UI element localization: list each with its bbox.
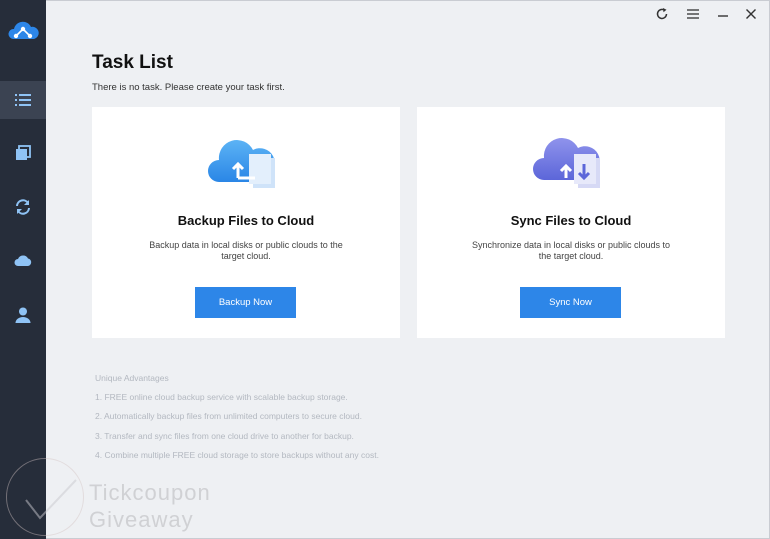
card-description: Synchronize data in local disks or publi… (471, 240, 671, 261)
minimize-icon (718, 15, 728, 17)
user-icon (15, 307, 31, 323)
menu-button[interactable] (680, 4, 706, 24)
sync-now-button[interactable]: Sync Now (520, 287, 621, 318)
page-subtitle: There is no task. Please create your tas… (92, 82, 285, 93)
advantage-item: 1. FREE online cloud backup service with… (95, 392, 348, 402)
copy-icon (16, 145, 31, 160)
advantage-item: 4. Combine multiple FREE cloud storage t… (95, 450, 379, 460)
backup-card[interactable]: Backup Files to Cloud Backup data in loc… (92, 107, 400, 338)
close-icon (746, 9, 756, 19)
advantages-title: Unique Advantages (95, 373, 169, 383)
sidebar (0, 0, 46, 539)
card-title: Sync Files to Cloud (510, 213, 632, 228)
cloud-network-logo[interactable] (7, 19, 39, 43)
refresh-button[interactable] (649, 4, 675, 24)
sidebar-item-sync[interactable] (0, 188, 46, 226)
card-title: Backup Files to Cloud (177, 213, 315, 228)
sidebar-item-backup[interactable] (0, 134, 46, 172)
advantage-item: 3. Transfer and sync files from one clou… (95, 431, 354, 441)
card-description: Backup data in local disks or public clo… (149, 240, 343, 261)
sync-card[interactable]: Sync Files to Cloud Synchronize data in … (417, 107, 725, 338)
list-icon (15, 94, 31, 106)
sidebar-item-task-list[interactable] (0, 81, 46, 119)
cloud-icon (14, 255, 32, 266)
minimize-button[interactable] (710, 4, 736, 24)
main-panel: Task List There is no task. Please creat… (46, 0, 770, 539)
page-title: Task List (92, 52, 173, 73)
refresh-icon (656, 8, 668, 20)
advantage-item: 2. Automatically backup files from unlim… (95, 411, 362, 421)
menu-icon (687, 9, 699, 19)
backup-now-button[interactable]: Backup Now (195, 287, 296, 318)
cloud-sync-icon (533, 138, 600, 188)
cloud-upload-icon (208, 140, 275, 188)
sidebar-item-cloud[interactable] (0, 242, 46, 280)
sidebar-item-account[interactable] (0, 296, 46, 334)
sync-icon (16, 199, 30, 215)
close-button[interactable] (738, 4, 764, 24)
